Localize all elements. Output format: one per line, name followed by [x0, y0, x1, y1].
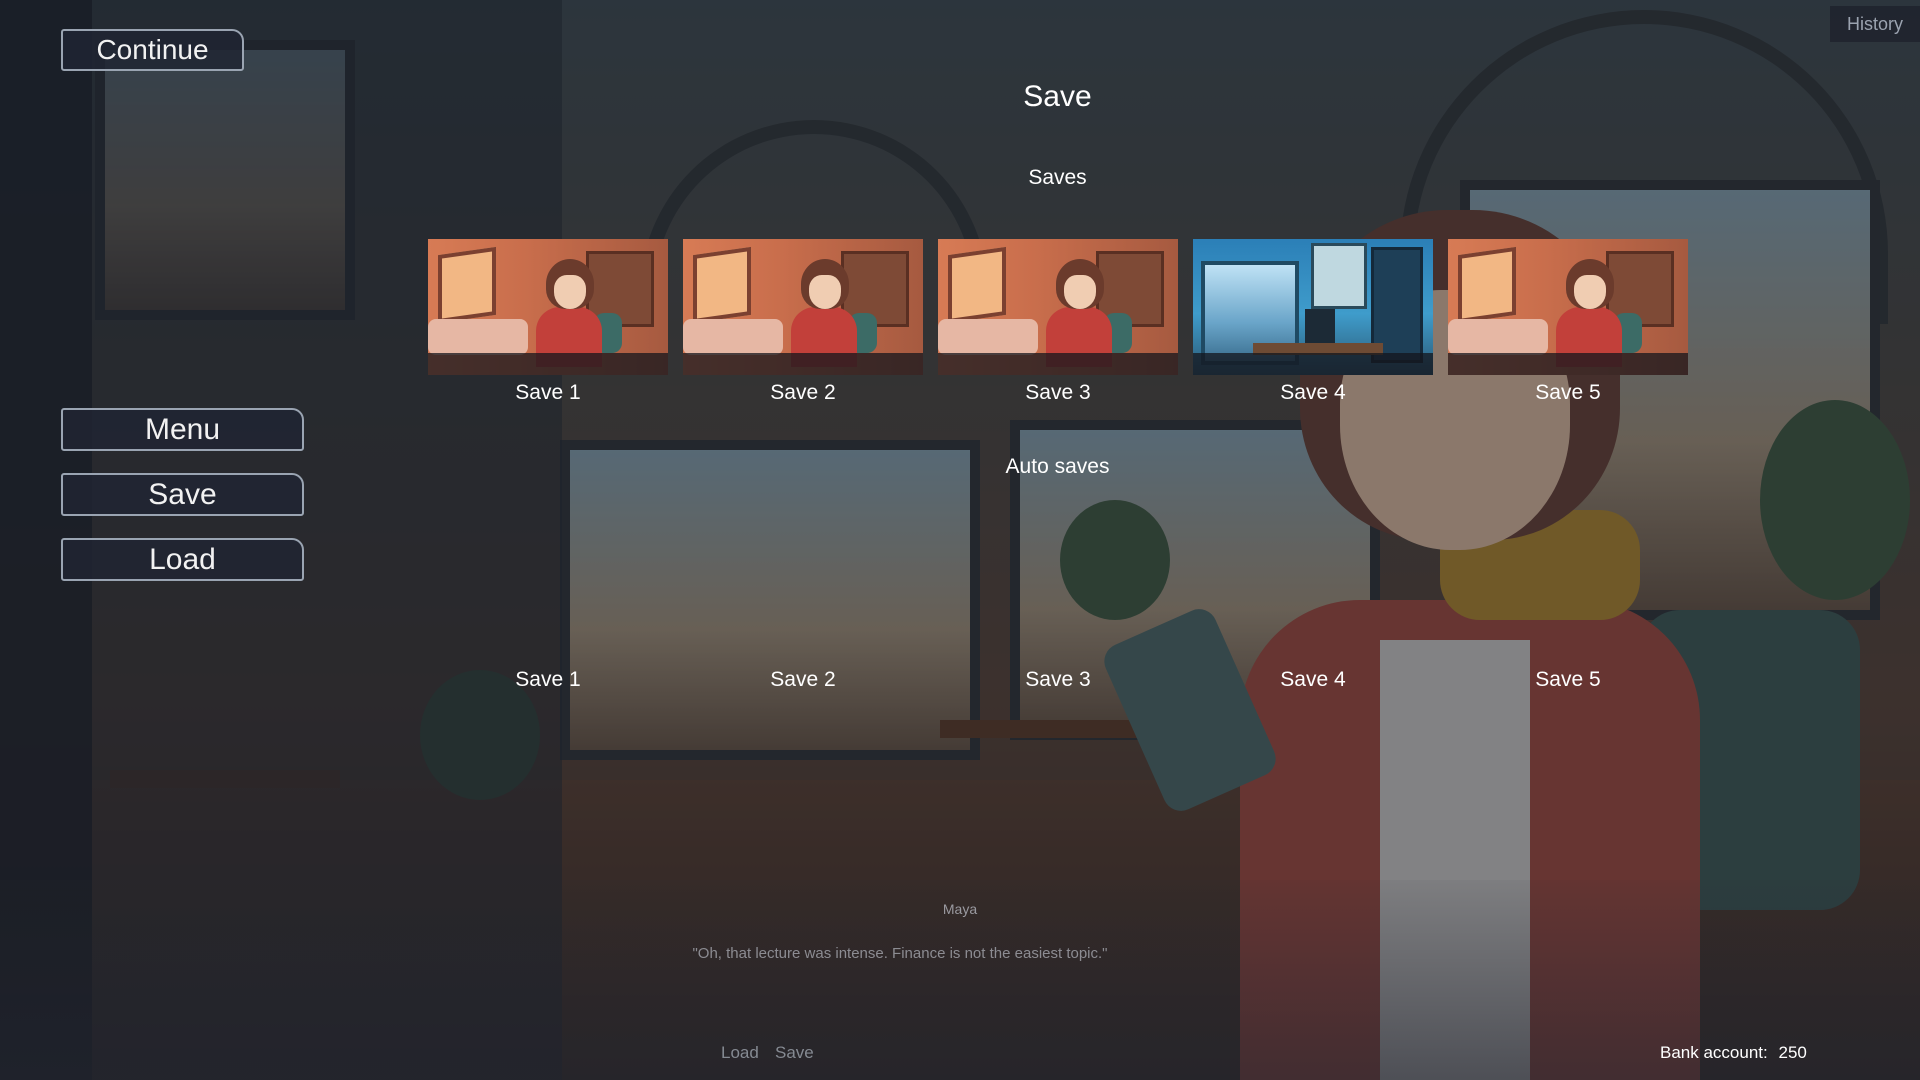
save-thumbnail — [1448, 239, 1688, 375]
auto-save-slot-1[interactable]: Save 1 — [428, 668, 668, 692]
save-thumbnail — [938, 239, 1178, 375]
saves-heading: Saves — [1028, 166, 1087, 189]
auto-save-slot-3[interactable]: Save 3 — [938, 668, 1178, 692]
history-button[interactable]: History — [1830, 6, 1920, 42]
quick-save-button[interactable]: Save — [775, 1043, 814, 1063]
save-slot-2[interactable]: Save 2 — [683, 239, 923, 405]
auto-saves-heading: Auto saves — [1005, 455, 1110, 478]
save-slot-label: Save 1 — [515, 381, 581, 404]
continue-button[interactable]: Continue — [61, 29, 244, 71]
save-slot-label: Save 3 — [1025, 381, 1091, 404]
bank-account-value: 250 — [1778, 1043, 1807, 1062]
save-thumbnail — [1193, 239, 1433, 375]
save-slot-5[interactable]: Save 5 — [1448, 239, 1688, 405]
menu-button[interactable]: Menu — [61, 408, 304, 451]
save-slot-label: Save 5 — [1535, 381, 1601, 404]
save-slot-3[interactable]: Save 3 — [938, 239, 1178, 405]
save-slot-label: Save 4 — [1280, 381, 1346, 404]
speaker-name: Maya — [942, 901, 978, 917]
quick-load-button[interactable]: Load — [721, 1043, 759, 1063]
load-button[interactable]: Load — [61, 538, 304, 581]
save-slot-label: Save 2 — [770, 381, 836, 404]
auto-save-slot-5[interactable]: Save 5 — [1448, 668, 1688, 692]
bank-account-label: Bank account: — [1660, 1043, 1768, 1062]
auto-save-slot-2[interactable]: Save 2 — [683, 668, 923, 692]
save-slot-1[interactable]: Save 1 — [428, 239, 668, 405]
dialogue-text: "Oh, that lecture was intense. Finance i… — [692, 945, 1108, 962]
save-thumbnail — [428, 239, 668, 375]
screen-title: Save — [1023, 80, 1092, 113]
auto-save-slot-4[interactable]: Save 4 — [1193, 668, 1433, 692]
bank-account: Bank account: 250 — [1660, 1043, 1807, 1063]
save-thumbnail — [683, 239, 923, 375]
save-slot-4[interactable]: Save 4 — [1193, 239, 1433, 405]
save-button[interactable]: Save — [61, 473, 304, 516]
